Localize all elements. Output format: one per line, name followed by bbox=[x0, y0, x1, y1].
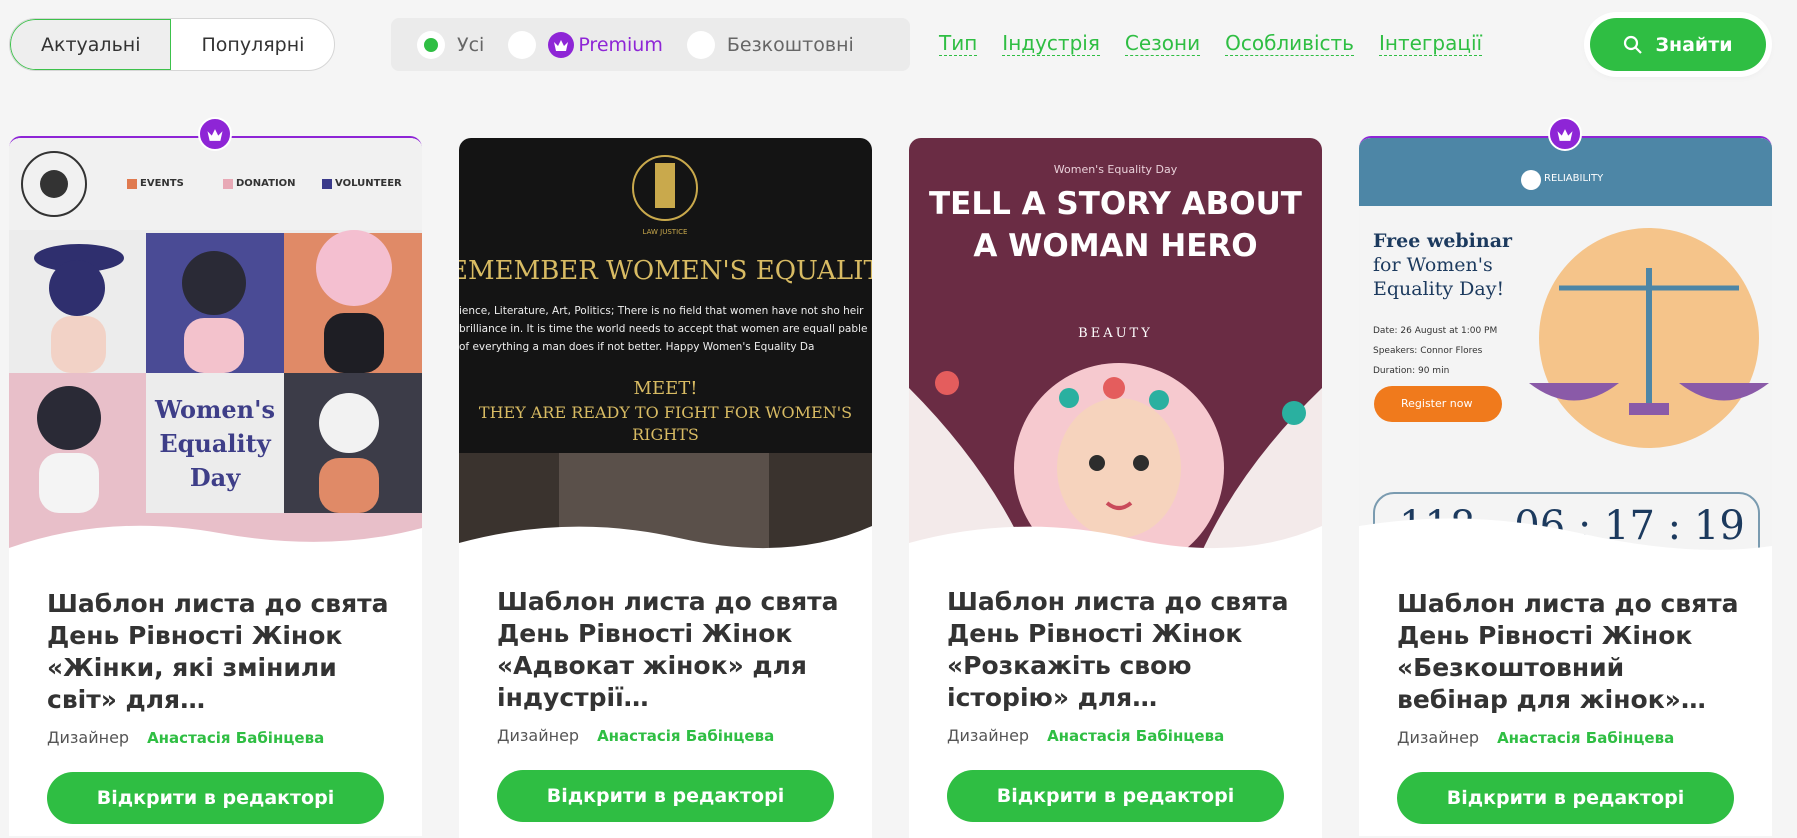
radio-all-icon[interactable] bbox=[417, 30, 445, 59]
link-type[interactable]: Тип bbox=[939, 31, 978, 56]
thumb-meet: MEET! bbox=[633, 378, 698, 399]
thumb-cta: Register now bbox=[1401, 397, 1473, 410]
find-label: Знайти bbox=[1655, 33, 1733, 56]
tab-current[interactable]: Актуальні bbox=[10, 19, 172, 70]
open-in-editor-button[interactable]: Відкрити в редакторі bbox=[947, 770, 1284, 822]
template-card[interactable]: RELIABILITY Free webinar for Women's Equ… bbox=[1359, 136, 1772, 836]
radio-free-icon[interactable] bbox=[686, 30, 715, 59]
designer-link[interactable]: Анастасія Бабінцева bbox=[1497, 729, 1674, 747]
designer-label: Дизайнер bbox=[1397, 728, 1480, 747]
card-designer: Дизайнер Анастасія Бабінцева bbox=[947, 726, 1224, 745]
template-thumbnail[interactable]: LAW JUSTICE EMEMBER WOMEN'S EQUALIT ienc… bbox=[459, 138, 872, 563]
designer-link[interactable]: Анастасія Бабінцева bbox=[1047, 727, 1224, 745]
thumb-headline: Women's Equality Day bbox=[155, 395, 275, 492]
template-card[interactable]: LAW JUSTICE EMEMBER WOMEN'S EQUALIT ienc… bbox=[459, 138, 872, 838]
wave-divider bbox=[459, 526, 872, 563]
template-thumbnail[interactable]: Women's Equality Day TELL A STORY ABOUT … bbox=[909, 138, 1322, 563]
thumb-h2: for Women's bbox=[1373, 254, 1493, 276]
wave-divider bbox=[1359, 518, 1772, 563]
price-filter: Усі Premium Безкоштовні bbox=[391, 18, 910, 71]
thumb-body: ience, Literature, Art, Politics; There … bbox=[459, 305, 868, 353]
link-integrations[interactable]: Інтеграції bbox=[1378, 31, 1483, 56]
filter-free-label: Безкоштовні bbox=[726, 33, 854, 56]
filter-premium[interactable]: Premium bbox=[508, 30, 663, 59]
template-card[interactable]: Women's Equality Day TELL A STORY ABOUT … bbox=[909, 138, 1322, 838]
thumb-headline: EMEMBER WOMEN'S EQUALIT bbox=[459, 256, 872, 286]
designer-label: Дизайнер bbox=[947, 726, 1030, 745]
open-in-editor-button[interactable]: Відкрити в редакторі bbox=[1397, 772, 1734, 824]
designer-link[interactable]: Анастасія Бабінцева bbox=[597, 727, 774, 745]
radio-premium-icon[interactable] bbox=[508, 30, 537, 59]
card-title[interactable]: Шаблон листа до свята День Рівності Жіно… bbox=[1397, 588, 1742, 716]
thumb-logo: LAW JUSTICE bbox=[642, 228, 688, 236]
thumb-headline-1: TELL A STORY ABOUT bbox=[929, 186, 1302, 222]
find-button[interactable]: Знайти bbox=[1590, 18, 1766, 71]
designer-label: Дизайнер bbox=[47, 728, 130, 747]
thumb-duration: Duration: 90 min bbox=[1373, 366, 1450, 376]
thumb-headline-2: A WOMAN HERO bbox=[973, 228, 1258, 264]
link-feature[interactable]: Особливість bbox=[1225, 31, 1354, 56]
template-thumbnail[interactable]: EVENTS DONATION VOLUNTEER Women's Equali… bbox=[9, 138, 422, 563]
thumb-h3: Equality Day! bbox=[1373, 278, 1505, 300]
nav-events: EVENTS bbox=[140, 178, 184, 189]
card-title[interactable]: Шаблон листа до свята День Рівності Жіно… bbox=[497, 586, 842, 714]
filter-all-label: Усі bbox=[457, 33, 485, 56]
designer-link[interactable]: Анастасія Бабінцева bbox=[147, 729, 324, 747]
link-industry[interactable]: Індустрія bbox=[1002, 31, 1100, 56]
premium-crown-icon bbox=[198, 117, 232, 151]
filter-premium-label: Premium bbox=[578, 33, 663, 56]
filter-free[interactable]: Безкоштовні bbox=[686, 30, 854, 59]
open-in-editor-button[interactable]: Відкрити в редакторі bbox=[47, 772, 384, 824]
template-card[interactable]: EVENTS DONATION VOLUNTEER Women's Equali… bbox=[9, 136, 422, 836]
thumb-sub: THEY ARE READY TO FIGHT FOR WOMEN'S RIGH… bbox=[478, 403, 853, 444]
thumb-brand: RELIABILITY bbox=[1544, 173, 1604, 184]
wave-divider bbox=[9, 525, 422, 563]
designer-label: Дизайнер bbox=[497, 726, 580, 745]
open-in-editor-button[interactable]: Відкрити в редакторі bbox=[497, 770, 834, 822]
tab-popular[interactable]: Популярні bbox=[171, 19, 334, 70]
link-seasons[interactable]: Сезони bbox=[1124, 31, 1201, 56]
thumbnail-art bbox=[9, 138, 422, 563]
category-links: Тип Індустрія Сезони Особливість Інтегра… bbox=[939, 31, 1507, 56]
template-thumbnail[interactable]: RELIABILITY Free webinar for Women's Equ… bbox=[1359, 138, 1772, 563]
premium-crown-icon bbox=[1548, 117, 1582, 151]
card-title[interactable]: Шаблон листа до свята День Рівності Жіно… bbox=[47, 588, 392, 716]
thumb-speakers: Speakers: Connor Flores bbox=[1373, 346, 1483, 356]
card-designer: Дизайнер Анастасія Бабінцева bbox=[1397, 728, 1674, 747]
thumb-date: Date: 26 August at 1:00 PM bbox=[1373, 326, 1498, 336]
filter-toolbar: Актуальні Популярні Усі Premium Безкошто… bbox=[0, 0, 1797, 90]
sort-toggle: Актуальні Популярні bbox=[9, 18, 336, 71]
nav-donation: DONATION bbox=[236, 178, 296, 189]
card-designer: Дизайнер Анастасія Бабінцева bbox=[47, 728, 324, 747]
filter-all[interactable]: Усі bbox=[417, 30, 485, 59]
wave-divider bbox=[909, 526, 1322, 563]
thumb-top: Women's Equality Day bbox=[1053, 163, 1178, 176]
card-title[interactable]: Шаблон листа до свята День Рівності Жіно… bbox=[947, 586, 1292, 714]
thumb-h1: Free webinar bbox=[1373, 230, 1513, 252]
card-designer: Дизайнер Анастасія Бабінцева bbox=[497, 726, 774, 745]
thumb-brand: BEAUTY bbox=[1078, 326, 1153, 341]
search-icon bbox=[1624, 35, 1643, 54]
nav-volunteer: VOLUNTEER bbox=[335, 178, 402, 189]
crown-icon bbox=[548, 31, 575, 58]
